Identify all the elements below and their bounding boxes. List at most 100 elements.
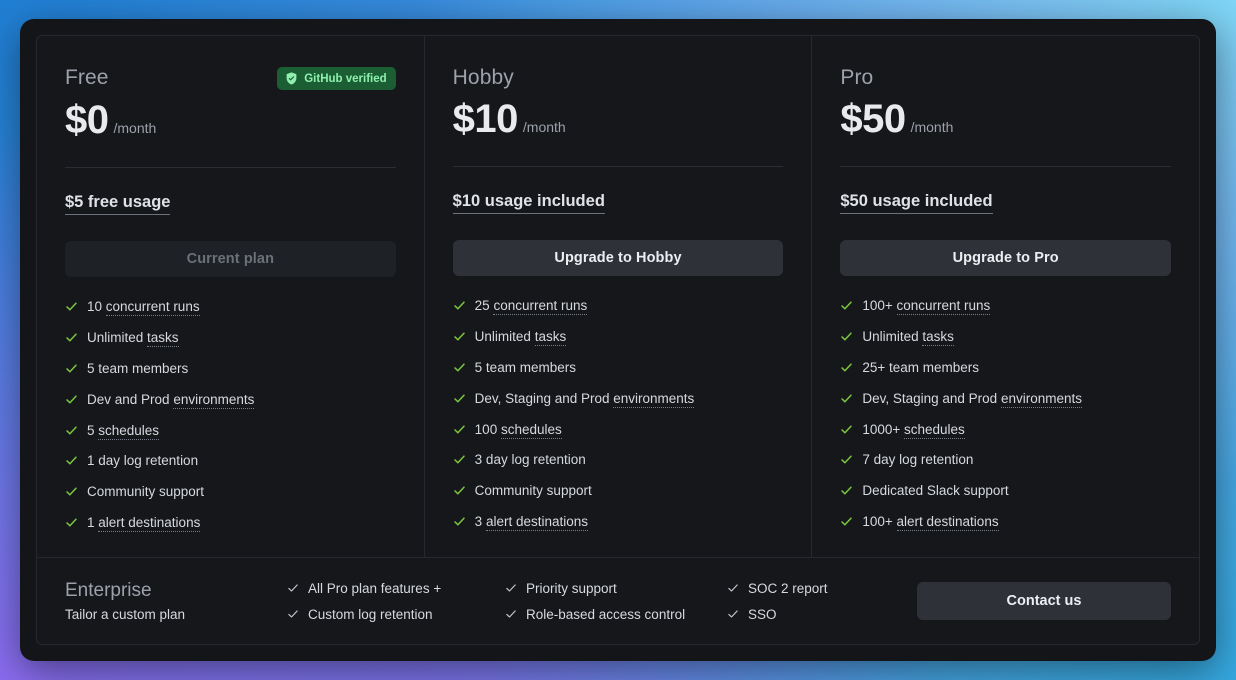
- enterprise-feature: Priority support: [505, 581, 727, 596]
- contact-us-button[interactable]: Contact us: [917, 582, 1171, 620]
- enterprise-feature: All Pro plan features +: [287, 581, 505, 596]
- feature-hint[interactable]: concurrent runs: [493, 298, 588, 316]
- upgrade-to-hobby-button[interactable]: Upgrade to Hobby: [452, 240, 784, 277]
- enterprise-feature: Custom log retention: [287, 607, 505, 622]
- enterprise-feature-label: SOC 2 report: [748, 580, 828, 596]
- enterprise-feature-column: All Pro plan features + Custom log reten…: [287, 581, 505, 622]
- check-icon: [453, 455, 465, 464]
- plan-header: Hobby: [453, 66, 784, 89]
- usage-link[interactable]: $5 free usage: [65, 193, 171, 215]
- feature-hint[interactable]: schedules: [98, 422, 160, 440]
- feature-text: Dev and Prod environments: [87, 391, 255, 409]
- feature-hint[interactable]: tasks: [534, 328, 567, 346]
- usage-link[interactable]: $50 usage included: [840, 192, 993, 215]
- check-icon: [841, 486, 853, 495]
- enterprise-title-block: Enterprise Tailor a custom plan: [65, 580, 287, 623]
- feature-item: Unlimited tasks: [453, 328, 784, 346]
- feature-hint[interactable]: tasks: [922, 328, 954, 346]
- check-icon: [728, 584, 738, 592]
- feature-item: Dev and Prod environments: [65, 391, 396, 409]
- shield-check-icon: [285, 72, 298, 85]
- feature-item: Community support: [453, 483, 784, 500]
- check-icon: [453, 394, 465, 403]
- enterprise-feature-label: SSO: [748, 606, 777, 622]
- plan-price: $10: [452, 97, 519, 142]
- enterprise-feature-column: SOC 2 report SSO: [727, 581, 877, 622]
- pricing-panel: Free GitHub verified $0 /month $5 free u…: [20, 19, 1216, 661]
- feature-item: 25 concurrent runs: [453, 298, 784, 316]
- feature-text: 5 schedules: [87, 422, 160, 440]
- feature-item: Unlimited tasks: [65, 329, 396, 347]
- plan-price: $50: [840, 97, 906, 142]
- feature-hint[interactable]: environments: [1000, 390, 1082, 408]
- price-row: $10 /month: [453, 99, 784, 139]
- plan-card-free: Free GitHub verified $0 /month $5 free u…: [37, 36, 424, 557]
- feature-item: 3 day log retention: [453, 452, 784, 469]
- plan-name: Free: [65, 66, 109, 89]
- check-icon: [288, 610, 298, 618]
- enterprise-feature: SSO: [727, 607, 877, 622]
- feature-hint[interactable]: schedules: [500, 421, 562, 439]
- feature-text: 100+ concurrent runs: [862, 298, 991, 316]
- feature-item: 25+ team members: [840, 360, 1171, 377]
- divider: [65, 167, 396, 168]
- feature-hint[interactable]: alert destinations: [98, 515, 201, 533]
- check-icon: [66, 456, 77, 465]
- feature-text: 3 day log retention: [474, 452, 586, 468]
- feature-text: 100 schedules: [474, 421, 562, 439]
- plan-header: Free GitHub verified: [65, 66, 396, 90]
- feature-text: Dev, Staging and Prod environments: [474, 390, 695, 408]
- feature-text: Unlimited tasks: [862, 328, 954, 346]
- feature-hint[interactable]: environments: [613, 390, 695, 408]
- enterprise-feature-label: Custom log retention: [308, 606, 433, 622]
- plans-row: Free GitHub verified $0 /month $5 free u…: [37, 36, 1199, 557]
- check-icon: [506, 610, 516, 618]
- check-icon: [66, 518, 77, 527]
- feature-item: Community support: [65, 484, 396, 501]
- check-icon: [841, 394, 853, 403]
- enterprise-feature-column: Priority support Role-based access contr…: [505, 581, 727, 622]
- price-row: $50 /month: [840, 99, 1171, 139]
- check-icon: [66, 395, 77, 404]
- feature-text: 3 alert destinations: [474, 514, 588, 532]
- feature-list: 100+ concurrent runs Unlimited tasks 25+…: [840, 298, 1171, 532]
- feature-item: 5 team members: [65, 361, 396, 378]
- upgrade-to-pro-button[interactable]: Upgrade to Pro: [840, 240, 1172, 277]
- enterprise-subtitle: Tailor a custom plan: [65, 607, 186, 623]
- feature-item: 100+ alert destinations: [840, 514, 1171, 532]
- feature-hint[interactable]: tasks: [147, 329, 179, 347]
- feature-text: 1 alert destinations: [87, 515, 201, 533]
- plan-name: Pro: [840, 66, 874, 89]
- enterprise-feature-label: Role-based access control: [526, 606, 686, 622]
- feature-item: 100+ concurrent runs: [840, 298, 1171, 316]
- plan-period: /month: [113, 120, 157, 136]
- check-icon: [453, 486, 465, 495]
- feature-list: 10 concurrent runs Unlimited tasks 5 tea…: [65, 299, 396, 533]
- feature-text: Unlimited tasks: [474, 328, 567, 346]
- check-icon: [841, 517, 853, 526]
- check-icon: [506, 584, 516, 592]
- check-icon: [453, 301, 465, 310]
- feature-text: Dev, Staging and Prod environments: [862, 390, 1082, 408]
- plan-card-pro: Pro $50 /month $50 usage included Upgrad…: [811, 36, 1199, 557]
- enterprise-feature: Role-based access control: [505, 607, 727, 622]
- usage-link[interactable]: $10 usage included: [452, 192, 605, 215]
- feature-item: Unlimited tasks: [840, 328, 1171, 346]
- feature-hint[interactable]: alert destinations: [485, 514, 588, 532]
- feature-text: 5 team members: [474, 359, 576, 375]
- enterprise-title: Enterprise: [65, 579, 152, 601]
- pricing-panel-inner: Free GitHub verified $0 /month $5 free u…: [36, 35, 1200, 645]
- check-icon: [453, 363, 465, 372]
- feature-item: 1000+ schedules: [840, 421, 1171, 439]
- price-row: $0 /month: [65, 100, 396, 140]
- badge-label: GitHub verified: [304, 72, 387, 85]
- feature-hint[interactable]: alert destinations: [896, 514, 999, 532]
- feature-text: 25+ team members: [862, 359, 980, 375]
- check-icon: [453, 332, 465, 341]
- feature-hint[interactable]: concurrent runs: [896, 298, 991, 316]
- check-icon: [841, 425, 853, 434]
- feature-hint[interactable]: schedules: [904, 421, 965, 439]
- feature-hint[interactable]: environments: [173, 391, 255, 409]
- feature-hint[interactable]: concurrent runs: [105, 299, 200, 316]
- feature-text: Unlimited tasks: [87, 329, 179, 347]
